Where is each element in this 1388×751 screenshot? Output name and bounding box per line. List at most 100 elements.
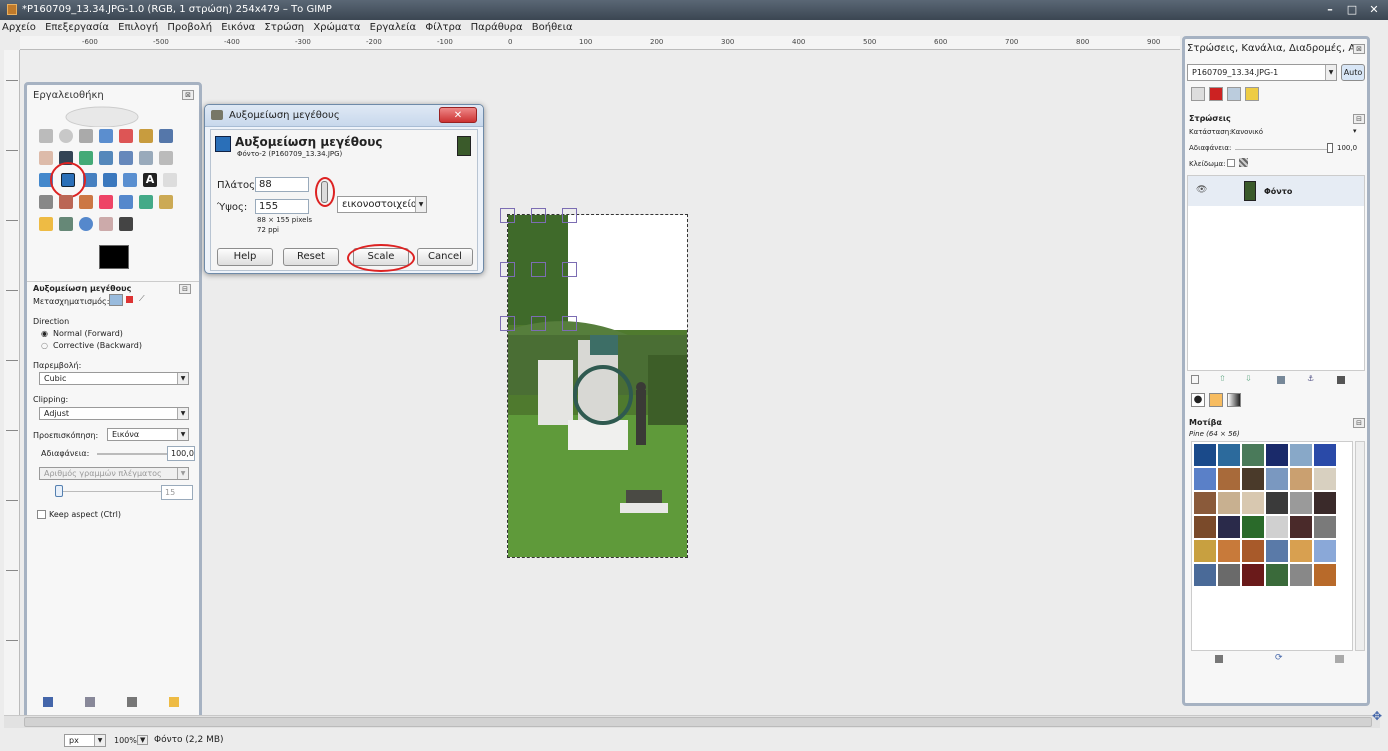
eye-icon[interactable]: 👁 [1196, 185, 1207, 195]
preview-select[interactable]: Εικόνα ▼ [107, 428, 189, 441]
pattern-swatch[interactable] [1314, 468, 1336, 490]
transform-handle[interactable] [531, 316, 546, 331]
menu-view[interactable]: Προβολή [167, 22, 212, 33]
navigate-icon[interactable]: ✥ [1372, 709, 1382, 723]
pattern-swatch[interactable] [1218, 492, 1240, 514]
unit-selector[interactable]: px ▼ [64, 734, 106, 747]
cage-icon[interactable] [163, 173, 177, 187]
delete-options-icon[interactable] [127, 697, 137, 707]
reset-button[interactable]: Reset [283, 248, 339, 266]
pattern-swatch[interactable] [1266, 564, 1288, 586]
pattern-swatch[interactable] [1314, 516, 1336, 538]
grid-lines-slider-track[interactable] [63, 491, 161, 492]
radio-corrective-icon[interactable]: ○ [41, 341, 48, 350]
pattern-swatch[interactable] [1218, 540, 1240, 562]
pattern-swatch[interactable] [1266, 468, 1288, 490]
menu-tools[interactable]: Εργαλεία [370, 22, 416, 33]
anchor-layer-icon[interactable]: ⚓ [1307, 374, 1314, 383]
vertical-ruler[interactable] [4, 50, 20, 715]
opacity-field[interactable]: 100,0 [167, 446, 195, 461]
brushes-tab-icon[interactable]: ● [1191, 393, 1205, 407]
delete-pattern-icon[interactable] [1215, 655, 1223, 663]
pattern-swatch[interactable] [1266, 444, 1288, 466]
measure-icon[interactable] [99, 151, 113, 165]
close-window-button[interactable]: ✕ [1362, 2, 1386, 18]
help-button[interactable]: Help [217, 248, 273, 266]
smudge-icon[interactable] [39, 217, 53, 231]
mode-value[interactable]: Κανονικό [1231, 128, 1263, 136]
scissors-icon[interactable] [139, 129, 153, 143]
transform-handle[interactable] [562, 208, 577, 223]
lower-layer-icon[interactable]: ⇩ [1245, 374, 1252, 383]
paintbrush-icon[interactable] [79, 195, 93, 209]
menu-windows[interactable]: Παράθυρα [471, 22, 523, 33]
transform-handle[interactable] [500, 262, 515, 277]
rect-select-icon[interactable] [39, 129, 53, 143]
align-icon[interactable] [139, 151, 153, 165]
airbrush-icon[interactable] [119, 195, 133, 209]
toolbox-close-icon[interactable]: ⊠ [182, 90, 194, 100]
pattern-swatch[interactable] [1242, 540, 1264, 562]
transform-handle[interactable] [531, 208, 546, 223]
pattern-swatch[interactable] [1290, 540, 1312, 562]
scrollbar-thumb[interactable] [24, 717, 1372, 727]
pattern-swatch[interactable] [1290, 444, 1312, 466]
cancel-button[interactable]: Cancel [417, 248, 473, 266]
flip-icon[interactable] [123, 173, 137, 187]
transform-handle[interactable] [562, 316, 577, 331]
open-pattern-folder-icon[interactable] [1335, 655, 1344, 663]
menu-file[interactable]: Αρχείο [2, 22, 36, 33]
foreground-color-swatch[interactable] [99, 245, 129, 269]
horizontal-scrollbar[interactable] [4, 715, 1380, 728]
opacity-slider-track[interactable] [97, 453, 169, 455]
pattern-swatch[interactable] [1266, 516, 1288, 538]
minimize-button[interactable]: – [1318, 2, 1342, 18]
save-options-icon[interactable] [43, 697, 53, 707]
gradients-tab-icon[interactable] [1227, 393, 1241, 407]
patterns-config-icon[interactable]: ⊟ [1353, 418, 1365, 428]
menu-select[interactable]: Επιλογή [118, 22, 158, 33]
pattern-swatch[interactable] [1242, 492, 1264, 514]
dodge-icon[interactable] [59, 217, 73, 231]
tool-options-config-icon[interactable]: ⊟ [179, 284, 191, 294]
menu-image[interactable]: Εικόνα [221, 22, 255, 33]
menu-edit[interactable]: Επεξεργασία [45, 22, 109, 33]
restore-options-icon[interactable] [85, 697, 95, 707]
menu-colors[interactable]: Χρώματα [313, 22, 360, 33]
pattern-swatch[interactable] [1290, 564, 1312, 586]
layer-opacity-handle[interactable] [1327, 143, 1333, 153]
pattern-swatch[interactable] [1314, 564, 1336, 586]
pattern-swatch[interactable] [1242, 564, 1264, 586]
zoom-dropdown-icon[interactable]: ▼ [137, 735, 149, 745]
bucket-fill-icon[interactable] [39, 195, 53, 209]
pattern-swatch[interactable] [1242, 468, 1264, 490]
pattern-swatch[interactable] [1266, 540, 1288, 562]
transform-handle[interactable] [500, 208, 515, 223]
pattern-swatch[interactable] [1194, 468, 1216, 490]
layer-opacity-track[interactable] [1235, 149, 1327, 150]
text-tool-icon[interactable]: A [143, 173, 157, 187]
reset-options-icon[interactable] [169, 697, 179, 707]
pencil-icon[interactable] [59, 195, 73, 209]
blur-icon[interactable] [79, 217, 93, 231]
pattern-swatch[interactable] [1218, 444, 1240, 466]
radio-normal-icon[interactable]: ◉ [41, 329, 48, 338]
pattern-swatch[interactable] [1290, 468, 1312, 490]
color-select-icon[interactable] [119, 129, 133, 143]
duplicate-layer-icon[interactable] [1277, 376, 1285, 384]
pattern-swatch[interactable] [1218, 516, 1240, 538]
pattern-swatch[interactable] [1314, 492, 1336, 514]
ink-icon[interactable] [99, 217, 113, 231]
unit-select[interactable]: εικονοστοιχεία ▼ [337, 196, 427, 213]
fuzzy-select-icon[interactable] [99, 129, 113, 143]
transform-selection-icon[interactable] [126, 296, 133, 303]
pattern-swatch[interactable] [1218, 564, 1240, 586]
layers-list[interactable]: 👁 Φόντο [1187, 175, 1365, 371]
paths-icon[interactable] [39, 151, 53, 165]
keep-aspect-checkbox[interactable] [37, 510, 46, 519]
zoom-icon[interactable] [79, 151, 93, 165]
maximize-button[interactable]: □ [1340, 2, 1364, 18]
image-select[interactable]: P160709_13.34.JPG-1 ▼ [1187, 64, 1337, 81]
interpolation-select[interactable]: Cubic ▼ [39, 372, 189, 385]
pattern-swatch[interactable] [1314, 444, 1336, 466]
